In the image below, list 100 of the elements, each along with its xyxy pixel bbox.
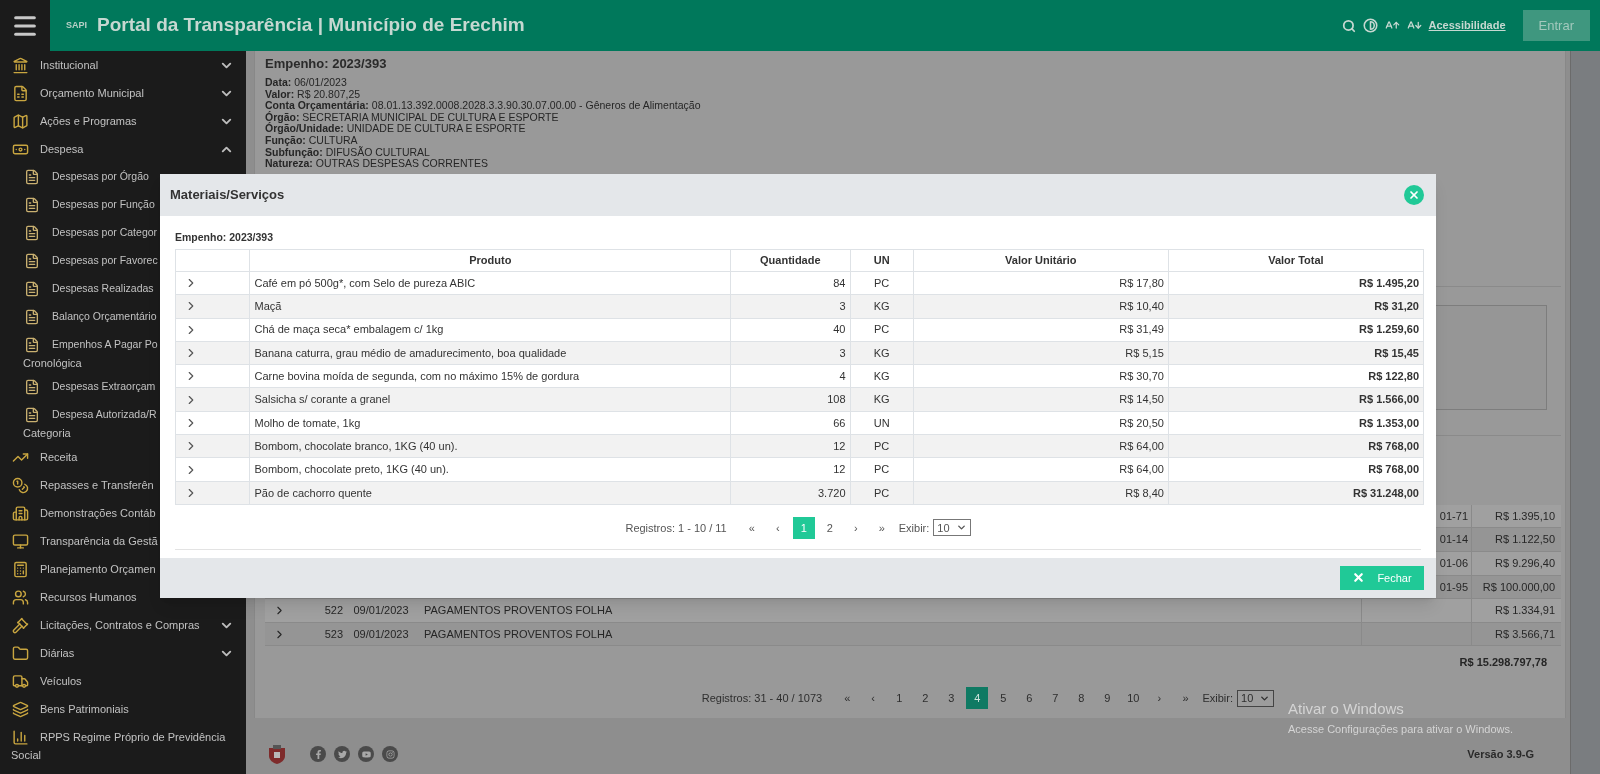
building-icon [12,504,29,522]
page-button[interactable]: 5 [992,687,1015,710]
twitter-icon[interactable] [334,746,350,762]
page-button[interactable]: › [844,516,867,539]
column-header: Quantidade [760,254,821,267]
page-size-select[interactable]: 10 [1237,689,1275,707]
detail-line: Conta Orçamentária: 08.01.13.392.0008.2028.3.3.90.30.07.00.00 - Gêneros de Alimentação [265,99,701,112]
menu-item[interactable]: Despesa [40,140,84,158]
page-button[interactable]: « [836,687,859,710]
table-cell: R$ 122,80 [1368,370,1419,383]
table-cell: PC [874,323,890,336]
page-button[interactable]: 7 [1044,687,1067,710]
column-header: UN [873,254,890,267]
menu-item[interactable]: Repasses e Transferên [40,476,154,494]
calculator-icon [12,560,29,578]
page-button[interactable]: ‹ [766,516,789,539]
page-button[interactable]: 9 [1096,687,1119,710]
table-cell: Bombom, chocolate preto, 1KG (40 un). [254,463,449,476]
menu-item[interactable]: Veículos [40,672,82,690]
document-icon [24,225,40,241]
page-button[interactable]: 6 [1018,687,1041,710]
page-button[interactable]: 4 [966,687,989,710]
menu-item[interactable]: Transparência da Gestã [40,532,158,550]
menu-item[interactable]: Diárias [40,644,75,662]
table-cell: 66 [833,416,846,429]
menu-item[interactable]: Demonstrações Contáb [40,504,156,522]
submenu-item[interactable]: Despesas Extraorçam [52,379,156,395]
page-button[interactable]: « [740,516,763,539]
contrast-icon[interactable] [1362,18,1378,33]
table-cell: 523 [324,627,343,640]
detail-line: Função: CULTURA [265,133,358,146]
table-cell: KG [873,300,890,313]
column-header: Produto [469,254,512,267]
youtube-icon[interactable] [358,746,374,762]
table-cell: 12 [833,463,846,476]
table-cell: 522 [324,604,343,617]
table-cell: 84 [833,276,846,289]
detail-line: Valor: R$ 20.807,25 [265,87,361,100]
table-cell-text: 01-06 [1439,556,1468,571]
page-button[interactable]: ‹ [862,687,885,710]
page-button[interactable]: » [1174,687,1197,710]
submenu-item[interactable]: Despesas por Órgão [52,169,149,185]
page-button[interactable]: › [1148,687,1171,710]
table-cell: Bombom, chocolate branco, 1KG (40 un). [254,439,458,452]
table-cell-text: R$ 1.122,50 [1495,532,1555,548]
menu-item[interactable]: Institucional [40,56,99,74]
document-icon [24,407,40,423]
submenu-item[interactable]: Cronológica [23,357,82,369]
table-cell-text: 01-71 [1439,508,1468,524]
page-button[interactable]: 8 [1070,687,1093,710]
page-button[interactable]: 1 [888,687,911,710]
menu-item[interactable]: Receita [40,448,78,466]
map-icon [12,112,29,130]
table-cell: 4 [839,370,846,383]
page-button[interactable]: 2 [914,687,937,710]
page-button[interactable]: 10 [1122,687,1145,710]
page-button[interactable]: 3 [940,687,963,710]
page-size-select[interactable]: 10 [933,519,971,537]
table-cell: R$ 64,00 [1119,463,1164,476]
table-cell: Café em pó 500g*, com Selo de pureza ABIC [254,276,476,289]
submenu-item[interactable]: Despesas por Categor [52,225,158,241]
menu-item[interactable]: Ações e Programas [40,112,137,130]
menu-item[interactable]: RPPS Regime Próprio de Previdência [40,728,226,746]
table-cell: PC [874,463,890,476]
layers-icon [12,700,29,718]
search-icon[interactable] [1341,18,1356,33]
bar-chart-icon [12,728,29,746]
submenu-item[interactable]: Despesas por Função [52,197,155,213]
table-cell-text: 01-14 [1439,532,1468,548]
menu-item[interactable]: Planejamento Orçamen [40,560,156,578]
submenu-item[interactable]: Balanço Orçamentário [52,309,157,325]
table-cell: R$ 1.259,60 [1359,323,1419,336]
menu-item[interactable]: Orçamento Municipal [40,84,144,102]
submenu-item[interactable]: Despesas por Favorec [52,253,158,269]
accessibility-link[interactable]: Acessibilidade [1428,17,1506,34]
table-cell: 09/01/2023 [353,604,409,617]
column-header: Valor Total [1268,254,1324,267]
menu-item[interactable]: Bens Patrimoniais [40,700,129,718]
table-cell-text: R$ 100.000,00 [1482,579,1555,595]
table-cell: 3 [839,346,846,359]
menu-item[interactable]: Recursos Humanos [40,588,137,606]
table-cell: KG [873,370,890,383]
submenu-item[interactable]: Empenhos A Pagar Po [52,337,158,353]
crest-icon [266,744,288,764]
scrollbar[interactable] [1570,51,1600,774]
page-button[interactable]: » [870,516,893,539]
facebook-icon[interactable] [310,746,326,762]
menu-item[interactable]: Licitações, Contratos e Compras [40,616,200,634]
submenu-item[interactable]: Despesas Realizadas [52,281,154,297]
submenu-item[interactable]: Categoria [23,427,71,439]
table-cell: PC [874,439,890,452]
menu-item[interactable]: Social [11,749,41,761]
page-button[interactable]: 2 [818,516,841,539]
submenu-item[interactable]: Despesa Autorizada/R [52,407,157,423]
page-size-label: Exibir: [1202,691,1233,707]
table-cell-text: R$ 3.566,71 [1495,626,1555,642]
instagram-icon[interactable] [382,746,398,762]
table-cell: 09/01/2023 [353,627,409,640]
monitor-icon [12,532,29,550]
folder-icon [12,644,29,662]
